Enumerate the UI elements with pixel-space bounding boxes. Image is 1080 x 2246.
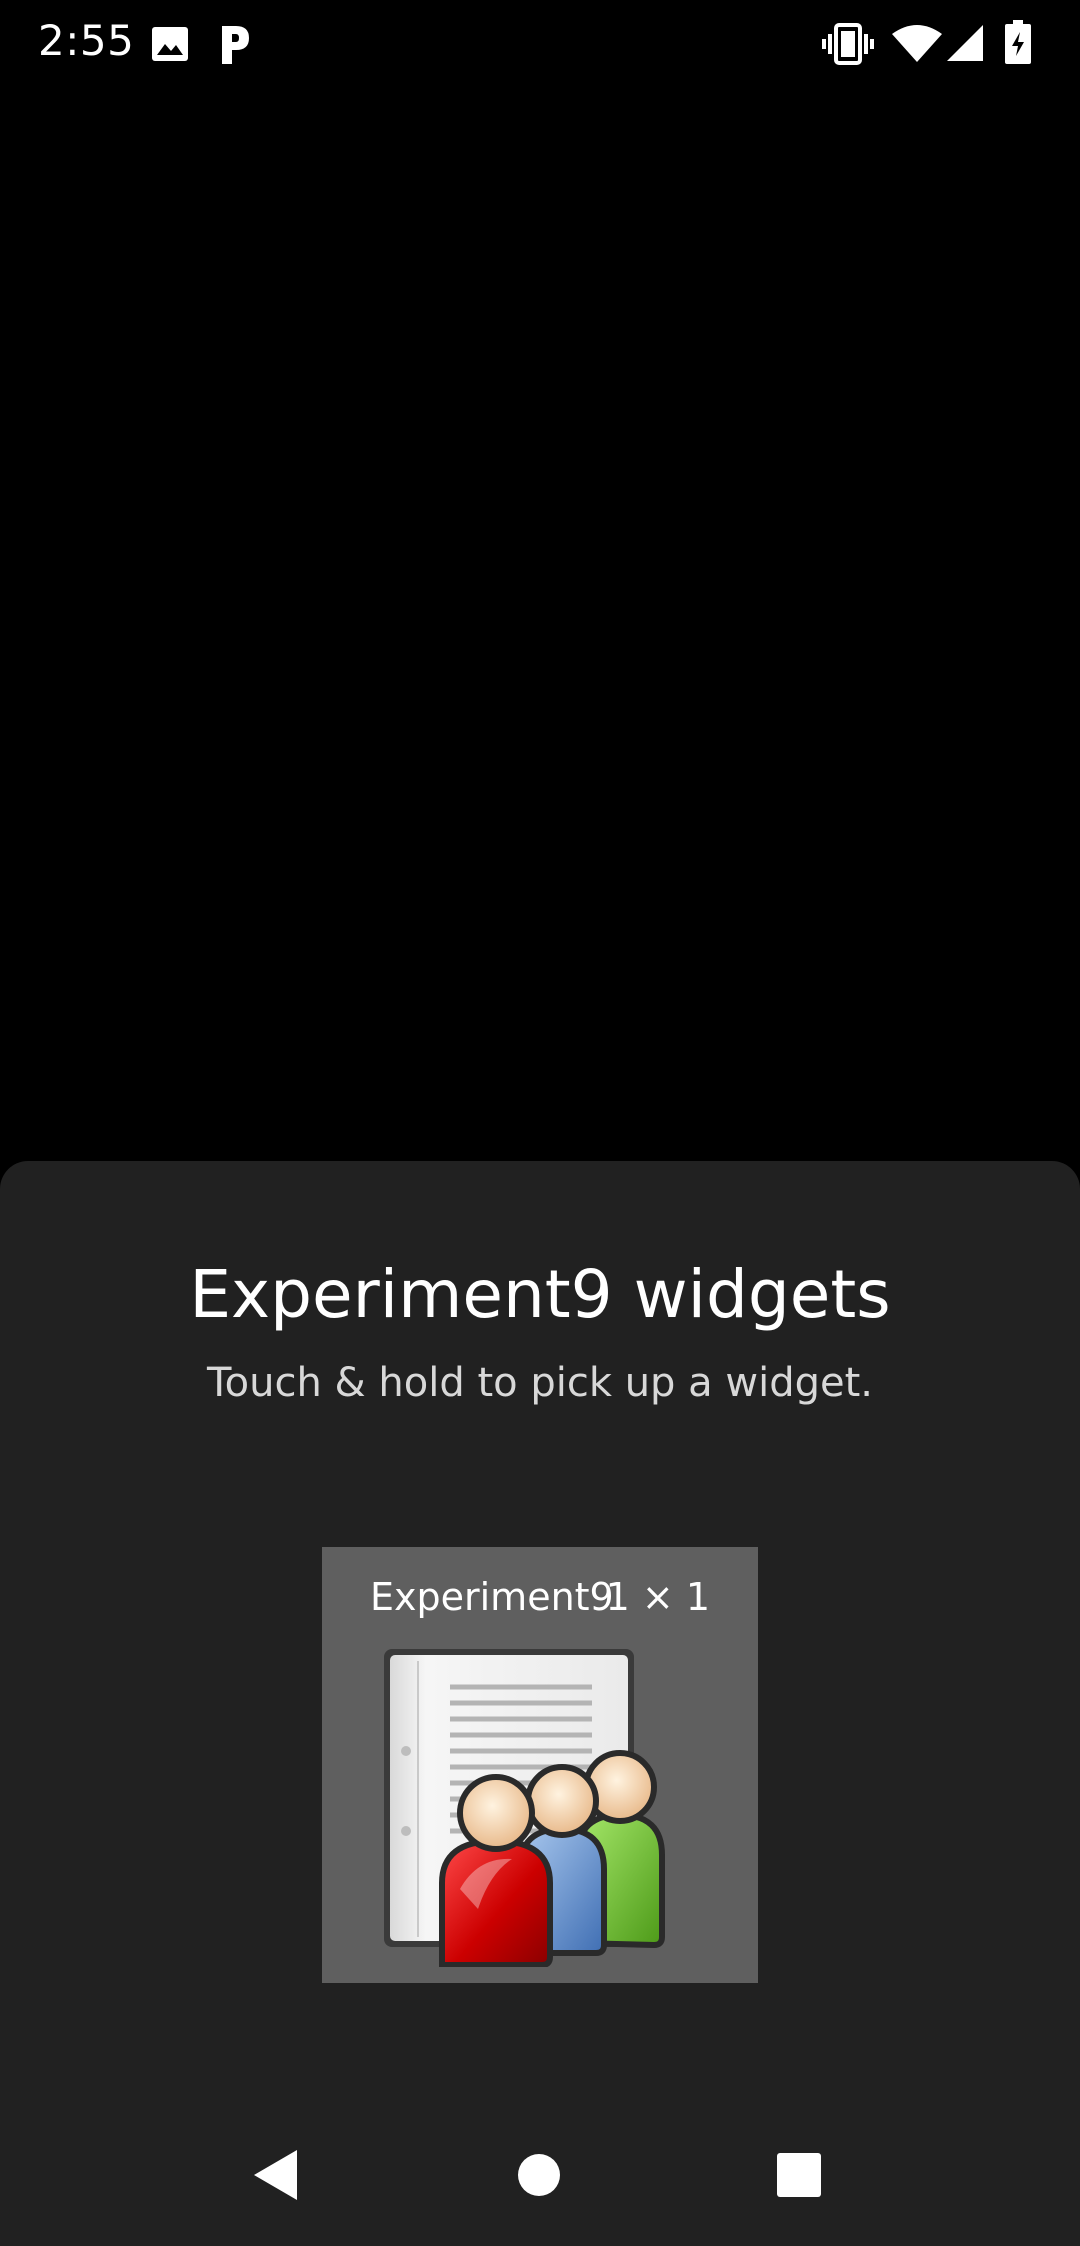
group-document-icon	[384, 1649, 665, 1967]
sheet-title: Experiment9 widgets	[189, 1256, 891, 1333]
vibrate-icon	[822, 23, 874, 65]
widget-preview-card[interactable]: Experiment9 1 × 1	[322, 1547, 758, 1983]
signal-icon	[947, 25, 983, 61]
recents-icon	[777, 2153, 821, 2197]
home-icon	[518, 2154, 560, 2196]
image-icon	[152, 27, 188, 61]
screen: 2:55 Experiment9 widgets Touch & hold to…	[0, 0, 1080, 2246]
widget-size: 1 × 1	[605, 1575, 710, 1619]
widget-name: Experiment9	[370, 1575, 614, 1619]
recents-button[interactable]	[744, 2120, 854, 2230]
sheet-subtitle: Touch & hold to pick up a widget.	[206, 1360, 873, 1406]
status-bar: 2:55	[0, 0, 1080, 90]
home-button[interactable]	[484, 2120, 594, 2230]
back-icon	[254, 2150, 297, 2200]
status-time: 2:55	[38, 16, 135, 65]
back-button[interactable]	[221, 2120, 331, 2230]
wifi-icon	[892, 25, 942, 62]
navigation-bar	[0, 2100, 1080, 2246]
battery-charging-icon	[1005, 20, 1031, 64]
parking-icon	[222, 26, 249, 64]
